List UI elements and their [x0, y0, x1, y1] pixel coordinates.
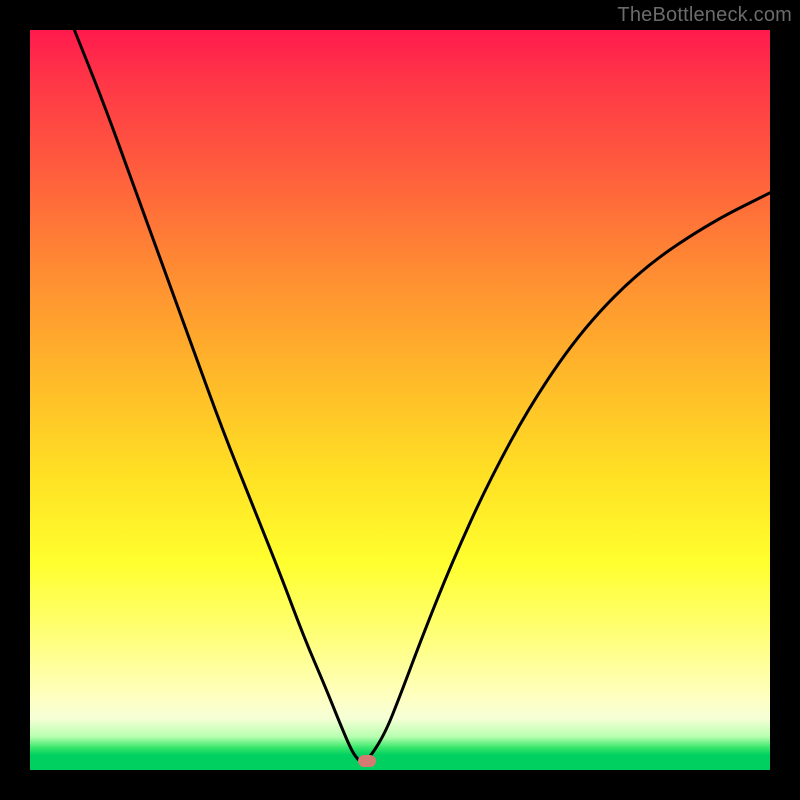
chart-frame: TheBottleneck.com — [0, 0, 800, 800]
optimum-marker — [358, 755, 376, 767]
bottleneck-curve — [30, 30, 770, 770]
plot-area — [30, 30, 770, 770]
watermark-text: TheBottleneck.com — [617, 4, 792, 27]
